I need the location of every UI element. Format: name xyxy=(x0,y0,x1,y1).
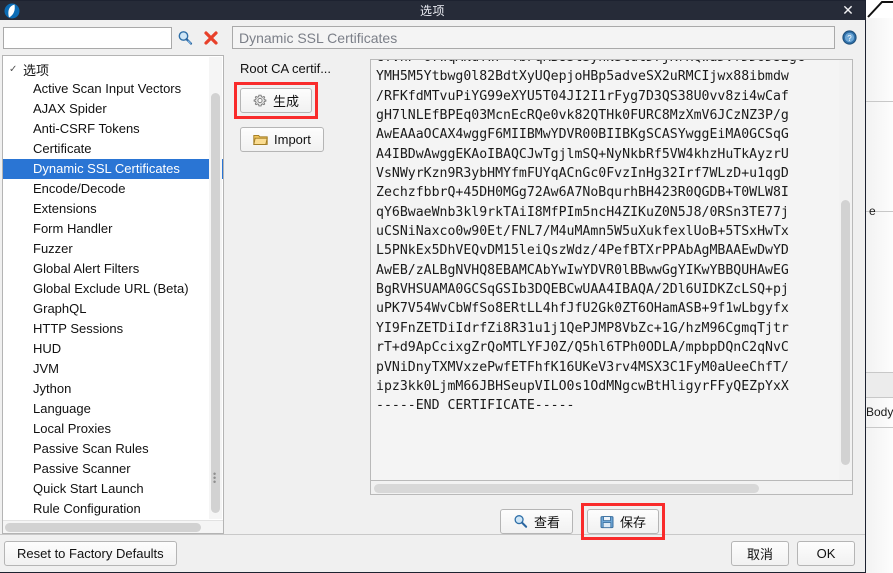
sidebar-item-http-sessions[interactable]: HTTP Sessions xyxy=(3,319,223,339)
certificate-action-row: 查看 保存 xyxy=(370,495,853,540)
import-button[interactable]: Import xyxy=(240,127,324,152)
sidebar-item-rule-configuration[interactable]: Rule Configuration xyxy=(3,499,223,519)
sidebar-item-quick-start-launch[interactable]: Quick Start Launch xyxy=(3,479,223,499)
sidebar-vertical-scrollbar[interactable]: • • • xyxy=(209,57,222,519)
folder-icon xyxy=(253,133,268,146)
view-button-label: 查看 xyxy=(534,515,561,530)
options-tree: ✓ 选项 Active Scan Input Vectors AJAX Spid… xyxy=(2,55,224,534)
chevron-down-icon: ✓ xyxy=(9,63,18,75)
help-question-icon[interactable]: ? xyxy=(839,28,859,48)
generate-button[interactable]: 生成 xyxy=(240,88,313,113)
certificate-horizontal-scrollbar[interactable] xyxy=(370,481,853,495)
sidebar-item-encode-decode[interactable]: Encode/Decode xyxy=(3,179,223,199)
root-ca-controls: Root CA certif... 生成 Import xyxy=(233,59,362,534)
sidebar-item-graphql[interactable]: GraphQL xyxy=(3,299,223,319)
certificate-area: cTVnP-o7wqANdTwF-TbFqRBUStSyhNStdtD7jKrH… xyxy=(362,59,859,540)
generate-button-highlight: 生成 xyxy=(233,82,319,119)
reset-to-factory-defaults-button[interactable]: Reset to Factory Defaults xyxy=(4,541,177,566)
sidebar-item-fuzzer[interactable]: Fuzzer xyxy=(3,239,223,259)
generate-button-label: 生成 xyxy=(273,94,300,109)
certificate-textarea[interactable]: cTVnP-o7wqANdTwF-TbFqRBUStSyhNStdtD7jKrH… xyxy=(371,60,839,480)
gear-icon xyxy=(253,94,267,108)
sidebar-item-passive-scanner[interactable]: Passive Scanner xyxy=(3,459,223,479)
background-text-site: e xyxy=(869,204,876,218)
sidebar-item-extensions[interactable]: Extensions xyxy=(3,199,223,219)
certificate-vertical-scrollbar[interactable] xyxy=(839,60,852,480)
dialog-titlebar: 选项 ✕ xyxy=(0,1,865,20)
sidebar-item-jvm[interactable]: JVM xyxy=(3,359,223,379)
clear-x-icon[interactable] xyxy=(198,27,224,49)
sidebar-item-form-handler[interactable]: Form Handler xyxy=(3,219,223,239)
options-dialog: 选项 ✕ ✓ 选项 Active Scan Input Vectors AJAX… xyxy=(0,0,866,573)
page-title: Dynamic SSL Certificates xyxy=(232,26,835,49)
sidebar-item-global-alert-filters[interactable]: Global Alert Filters xyxy=(3,259,223,279)
dialog-title: 选项 xyxy=(419,4,445,18)
sidebar-item-language[interactable]: Language xyxy=(3,399,223,419)
import-button-label: Import xyxy=(274,132,311,147)
background-divider xyxy=(866,101,893,102)
options-sidebar: ✓ 选项 Active Scan Input Vectors AJAX Spid… xyxy=(0,20,228,534)
sidebar-item-jython[interactable]: Jython xyxy=(3,379,223,399)
sidebar-item-certificate[interactable]: Certificate xyxy=(3,139,223,159)
save-button[interactable]: 保存 xyxy=(587,509,660,534)
sidebar-root-label: 选项 xyxy=(23,62,50,78)
search-input[interactable] xyxy=(3,27,172,49)
panel-content: Root CA certif... 生成 Import YMH5M5Ytbwg0… xyxy=(232,49,859,540)
sidebar-root-item[interactable]: ✓ 选项 xyxy=(3,59,223,79)
floppy-disk-icon xyxy=(600,515,614,529)
save-button-highlight: 保存 xyxy=(581,503,666,540)
background-text-body: Body xyxy=(866,405,893,419)
sidebar-item-dynamic-ssl-certificates[interactable]: Dynamic SSL Certificates xyxy=(3,159,223,179)
options-tree-list: ✓ 选项 Active Scan Input Vectors AJAX Spid… xyxy=(3,56,223,520)
sidebar-horizontal-scrollbar[interactable] xyxy=(3,520,223,533)
background-divider xyxy=(866,427,893,428)
search-row xyxy=(2,26,224,50)
options-detail-panel: Dynamic SSL Certificates ? Root CA certi… xyxy=(228,20,865,540)
background-divider xyxy=(866,397,893,398)
sidebar-item-passive-scan-rules[interactable]: Passive Scan Rules xyxy=(3,439,223,459)
dialog-footer: Reset to Factory Defaults 取消 OK xyxy=(0,534,865,572)
sidebar-item-active-scan-input-vectors[interactable]: Active Scan Input Vectors xyxy=(3,79,223,99)
options-tree-scroll: ✓ 选项 Active Scan Input Vectors AJAX Spid… xyxy=(3,56,223,520)
ok-button[interactable]: OK xyxy=(797,541,855,566)
dialog-body: ✓ 选项 Active Scan Input Vectors AJAX Spid… xyxy=(0,20,865,540)
view-button[interactable]: 查看 xyxy=(500,509,574,534)
save-button-label: 保存 xyxy=(620,515,647,530)
close-icon[interactable]: ✕ xyxy=(831,1,865,20)
panel-header-row: Dynamic SSL Certificates ? xyxy=(232,26,859,49)
certificate-textarea-container: cTVnP-o7wqANdTwF-TbFqRBUStSyhNStdtD7jKrH… xyxy=(370,59,853,481)
certificate-horizontal-scrollbar-thumb[interactable] xyxy=(374,484,759,493)
zap-logo-icon xyxy=(1,1,23,20)
certificate-vertical-scrollbar-thumb[interactable] xyxy=(841,200,850,465)
magnifier-icon xyxy=(513,514,528,529)
search-icon[interactable] xyxy=(172,27,198,49)
sidebar-item-hud[interactable]: HUD xyxy=(3,339,223,359)
background-table-header xyxy=(866,373,893,397)
background-arrow-icon xyxy=(866,0,893,20)
sidebar-item-ajax-spider[interactable]: AJAX Spider xyxy=(3,99,223,119)
sidebar-item-global-exclude-url[interactable]: Global Exclude URL (Beta) xyxy=(3,279,223,299)
scrollbar-grip-dots-icon: • • • xyxy=(213,469,217,487)
footer-button-group: 取消 OK xyxy=(731,541,855,566)
cancel-button[interactable]: 取消 xyxy=(731,541,789,566)
sidebar-item-anti-csrf-tokens[interactable]: Anti-CSRF Tokens xyxy=(3,119,223,139)
sidebar-horizontal-scrollbar-thumb[interactable] xyxy=(5,523,201,532)
sidebar-item-local-proxies[interactable]: Local Proxies xyxy=(3,419,223,439)
svg-text:?: ? xyxy=(847,34,852,43)
sidebar-vertical-scrollbar-thumb[interactable] xyxy=(211,93,220,513)
root-ca-label: Root CA certif... xyxy=(240,61,332,76)
